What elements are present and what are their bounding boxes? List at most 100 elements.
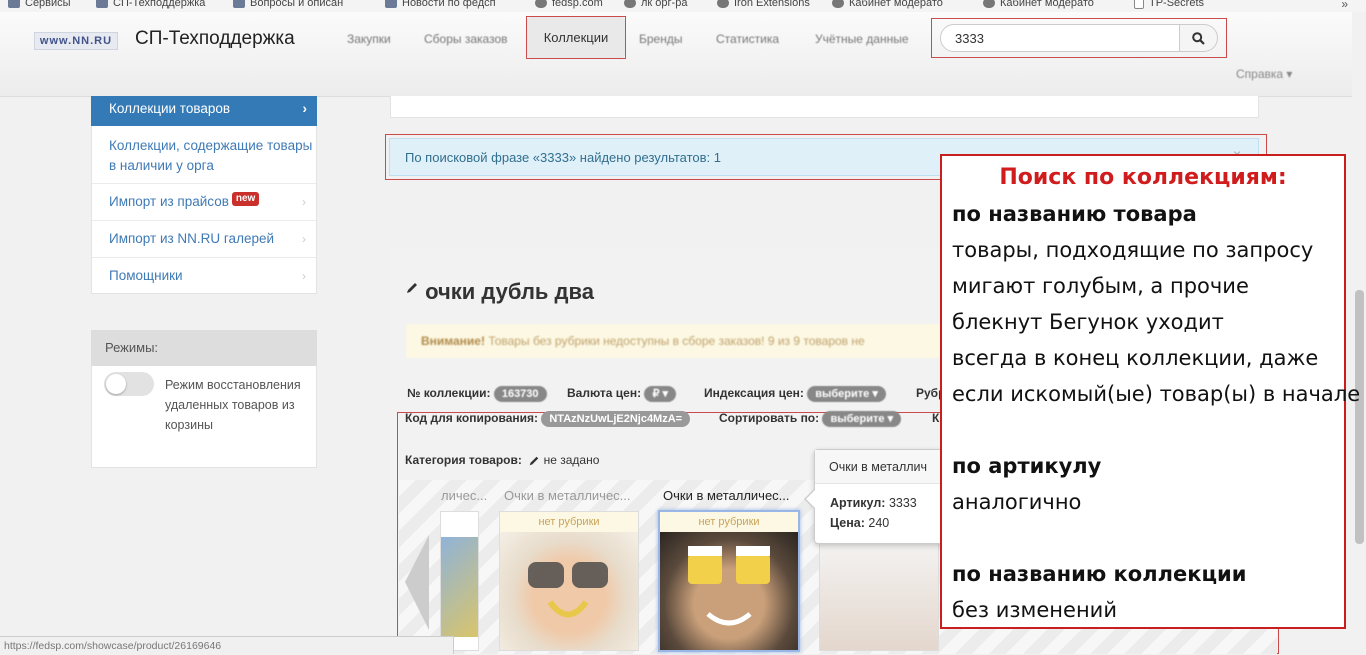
currency-dropdown[interactable]: ₽ ▾ [644, 386, 677, 402]
bookmark-news[interactable]: Новости по федсп [385, 0, 496, 9]
chevron-right-icon: › [302, 195, 306, 209]
nav-account-data[interactable]: Учётные данные [815, 32, 909, 46]
restore-mode-label: Режим восстановления удаленных товаров и… [165, 378, 301, 432]
toggle-knob [106, 374, 126, 394]
bookmark-moderator-1[interactable]: Кабинет модерато [832, 0, 943, 9]
currency-field: Валюта цен: ₽ ▾ [567, 386, 677, 402]
bookmark-tp-secrets[interactable]: TP-Secrets [1134, 0, 1204, 9]
help-menu[interactable]: Справка ▾ [1236, 67, 1292, 81]
bookmark-sp-support[interactable]: СП-Техподдержка [96, 0, 205, 9]
chevron-right-icon: › [302, 140, 306, 154]
sidebar-item-stock-collections[interactable]: Коллекции, содержащие товары в наличии у… [92, 135, 316, 184]
product-caption: Очки в металличес... [504, 488, 631, 503]
search-icon [1192, 32, 1205, 45]
note-section-article: по артикулу [952, 454, 1102, 478]
product-card-selected[interactable]: нет рубрики [658, 510, 800, 652]
search-button[interactable] [1180, 24, 1218, 52]
copy-code-field: Код для копирования: NTAzNzUwLjE2Njc4MzA… [405, 411, 691, 427]
product-image [500, 532, 638, 650]
nav-brands[interactable]: Бренды [639, 32, 682, 46]
note-line: если искомый(ые) товар(ы) в начале [952, 382, 1361, 406]
gear-icon [983, 0, 995, 8]
bookmark-fedsp[interactable]: fedsp.com [535, 0, 603, 9]
top-panel [390, 96, 1259, 118]
status-bar-url: https://fedsp.com/showcase/product/26169… [0, 636, 454, 654]
bookmark-apps[interactable]: Сервисы [8, 0, 71, 9]
sort-dropdown[interactable]: выберите ▾ [822, 411, 902, 427]
indexation-dropdown[interactable]: выберите ▾ [807, 386, 886, 402]
tooltip-price: Цена: 240 [830, 516, 890, 530]
sort-field: Сортировать по: выберите ▾ [719, 411, 902, 427]
nav-statistics[interactable]: Статистика [716, 32, 779, 46]
bookmark-org-cabinet[interactable]: лк орг-ра [624, 0, 687, 9]
note-line: без изменений [952, 598, 1117, 622]
no-rubric-tag: нет рубрики [500, 512, 638, 532]
note-title: Поиск по коллекциям: [999, 165, 1287, 190]
tooltip-arrow-inner [806, 490, 815, 508]
pencil-icon[interactable] [528, 455, 540, 467]
nav-purchases[interactable]: Закупки [347, 32, 391, 46]
chevron-right-icon: › [302, 101, 308, 116]
site-title[interactable]: СП-Техподдержка [135, 28, 295, 50]
beer-glasses-image-icon [688, 546, 770, 626]
search-input[interactable] [940, 24, 1180, 52]
glasses-image-icon [528, 562, 608, 618]
circle-icon [717, 0, 729, 8]
new-badge: new [231, 192, 260, 206]
product-card[interactable]: нет рубрики [499, 511, 639, 651]
product-caption-highlighted: Очки в металличес... [663, 488, 790, 503]
bookmark-questions[interactable]: Вопросы и описан [233, 0, 343, 9]
sidebar-item-gallery-import[interactable]: Импорт из NN.RU галерей › [92, 221, 316, 258]
annotation-note: Поиск по коллекциям: по названию товара … [940, 154, 1361, 629]
gallery-prev-arrow-icon[interactable] [405, 535, 429, 630]
gear-icon [535, 0, 547, 8]
page-scrollbar[interactable] [1352, 12, 1366, 654]
collection-title[interactable]: очки дубль два [405, 279, 594, 305]
modes-title: Режимы: [91, 330, 317, 366]
note-spacer [952, 520, 1334, 556]
product-caption: личес... [441, 488, 488, 503]
chevron-right-icon: › [302, 232, 306, 246]
no-rubric-tag: нет рубрики [660, 512, 798, 532]
nn-icon [385, 0, 397, 8]
note-line: аналогично [952, 490, 1082, 514]
site-logo[interactable]: www.NN.RU [34, 32, 118, 50]
nav-order-collections[interactable]: Сборы заказов [424, 32, 508, 46]
copy-code-value[interactable]: NTAzNzUwLjE2Njc4MzA= [541, 411, 691, 427]
note-line: товары, подходящие по запросу [952, 238, 1314, 262]
restore-mode-toggle[interactable] [104, 372, 154, 396]
sidebar-item-price-import[interactable]: Импорт из прайсов new › [92, 184, 316, 221]
product-card[interactable] [440, 511, 479, 651]
note-spacer [952, 412, 1334, 448]
sidebar-item-helpers[interactable]: Помощники › [92, 258, 316, 294]
note-line: мигают голубым, а прочие [952, 274, 1249, 298]
warning-alert: Внимание! Товары без рубрики недоступны … [406, 324, 966, 358]
gear-icon [832, 0, 844, 8]
apps-icon [8, 0, 20, 8]
search-result-text: По поисковой фразе «3333» найдено резуль… [405, 150, 722, 165]
note-section-collection-name: по названию коллекции [952, 562, 1247, 586]
note-line: всегда в конец коллекции, даже [952, 346, 1319, 370]
site-header: www.NN.RU СП-Техподдержка Закупки Сборы … [0, 12, 1366, 97]
sidebar-item-collections[interactable]: Коллекции товаров › [91, 96, 317, 126]
chevron-right-icon: › [302, 269, 306, 283]
product-image [660, 532, 798, 650]
category-field: Категория товаров: не задано [405, 453, 600, 467]
document-icon [1134, 0, 1144, 9]
nn-icon [233, 0, 245, 8]
scrollbar-thumb[interactable] [1355, 290, 1364, 544]
tooltip-article: Артикул: 3333 [830, 496, 917, 510]
extra-field: К [932, 411, 940, 425]
note-line: блекнут Бегунок уходит [952, 310, 1224, 334]
bookmark-moderator-2[interactable]: Кабинет модерато [983, 0, 1094, 9]
bookmark-iron-extensions[interactable]: Iron Extensions [717, 0, 810, 9]
tooltip-title: Очки в металлич [815, 450, 943, 484]
pencil-icon[interactable] [405, 281, 419, 295]
collection-number-field: № коллекции: 163730 [407, 386, 547, 402]
nn-icon [96, 0, 108, 8]
product-image [441, 537, 478, 637]
bookmarks-bar: Сервисы СП-Техподдержка Вопросы и описан… [0, 0, 1366, 12]
note-section-product-name: по названию товара [952, 202, 1197, 226]
nav-collections[interactable]: Коллекции [527, 17, 625, 58]
bookmarks-more-button[interactable]: » [1341, 0, 1348, 11]
